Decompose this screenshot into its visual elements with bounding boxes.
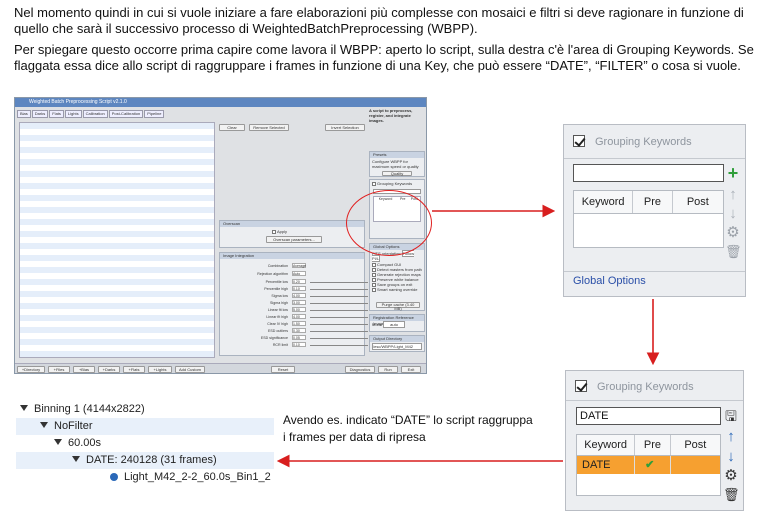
row-pre-check[interactable]: ✔ — [635, 456, 671, 474]
registration-panel: Registration Reference Image Mode auto — [369, 314, 425, 332]
presets-panel: Presets Configure WBPP for maximum speed… — [369, 151, 425, 177]
overscan-params-button[interactable]: Overscan parameters... — [266, 236, 322, 243]
keyword-row-date[interactable]: DATE ✔ — [577, 456, 720, 474]
output-directory-panel: Output Directory /esc/WBPP/Light_M42 — [369, 335, 425, 352]
field-linear-fit-low[interactable]: Linear fit low 5.00 — [220, 307, 370, 313]
grouping-keywords-panel-empty: Grouping Keywords + Keyword Pre Post ↑ ↓… — [563, 124, 746, 297]
tree-item-binning[interactable]: Binning 1 (4144x2822) — [20, 401, 145, 418]
remove-selected-button[interactable]: Remove Selected — [249, 124, 289, 131]
add-files-button[interactable]: +Files — [48, 366, 70, 373]
field-percentile-low[interactable]: Percentile low 0.20 — [220, 279, 370, 285]
save-icon[interactable]: 🖫 — [723, 408, 739, 424]
group-tree: Binning 1 (4144x2822) NoFilter 60.00s DA… — [16, 401, 274, 487]
field-rejection[interactable]: Rejection algorithm Auto — [220, 271, 370, 277]
add-directory-button[interactable]: +Directory — [17, 366, 45, 373]
caption-text: Avendo es. indicato “DATE” lo script rag… — [283, 413, 533, 444]
wbpp-title: Weighted Batch Preprocessing Script v2.1… — [15, 98, 426, 107]
grouping-keywords-panel-date: Grouping Keywords DATE 🖫 Keyword Pre Pos… — [565, 370, 744, 511]
exit-button[interactable]: Exit — [401, 366, 421, 373]
arrow-up-icon[interactable]: ↑ — [725, 187, 741, 203]
column-keyword: Keyword — [577, 435, 636, 455]
column-pre: Pre — [633, 191, 673, 213]
add-bias-button[interactable]: +Bias — [73, 366, 95, 373]
quality-button[interactable]: Quality — [382, 171, 412, 176]
image-integration-title: Image Integration — [220, 253, 364, 259]
column-post: Post — [686, 196, 709, 208]
intro-paragraph-1: Nel momento quindi in cui si vuole inizi… — [14, 5, 744, 36]
field-rcr-limit[interactable]: RCR limit 0.10 — [220, 342, 370, 348]
tab-calibration[interactable]: Calibration — [82, 110, 108, 118]
field-linear-fit-high[interactable]: Linear fit high 4.00 — [220, 314, 370, 320]
wbpp-tabs: Bias Darks Flats Lights Calibration Post… — [17, 110, 165, 118]
add-darks-button[interactable]: +Darks — [98, 366, 120, 373]
tree-item-light-frame[interactable]: Light_M42_2-2_60.0s_Bin1_2 — [110, 469, 271, 486]
grouping-keywords-header: Grouping Keywords — [575, 379, 694, 395]
gear-icon[interactable]: ⚙ — [723, 468, 739, 484]
tree-item-exposure[interactable]: 60.00s — [54, 435, 101, 452]
column-post: Post — [684, 439, 707, 451]
keyword-input[interactable] — [573, 164, 724, 182]
tab-post-calibration[interactable]: Post-Calibration — [108, 110, 144, 118]
grouping-keywords-checkbox[interactable] — [573, 135, 585, 147]
gear-icon[interactable]: ⚙ — [725, 225, 741, 241]
wbpp-intro: A script to preprocess, register, and in… — [369, 108, 413, 123]
arrow-down-icon[interactable]: ↓ — [723, 449, 739, 465]
add-lights-button[interactable]: +Lights — [148, 366, 172, 373]
run-button[interactable]: Run — [378, 366, 398, 373]
overscan-title: Overscan — [220, 221, 364, 227]
expand-triangle-icon[interactable] — [72, 456, 80, 462]
frame-dot-icon — [110, 473, 118, 481]
reset-button[interactable]: Reset — [271, 366, 295, 373]
tab-darks[interactable]: Darks — [31, 110, 49, 118]
field-clear-iv-high[interactable]: Clear IV high 1.50 — [220, 321, 370, 327]
invert-selection-button[interactable]: Invert Selection — [325, 124, 365, 131]
clear-button[interactable]: Clear — [219, 124, 245, 131]
field-esd-outliers[interactable]: ESD outliers 0.30 — [220, 328, 370, 334]
tree-item-date[interactable]: DATE: 240128 (31 frames) — [16, 452, 274, 469]
keywords-table[interactable]: Keyword Pre Post — [573, 190, 724, 248]
trash-icon[interactable]: 🗑 — [723, 487, 740, 503]
column-keyword: Keyword — [574, 191, 634, 213]
plus-icon[interactable]: + — [725, 164, 741, 182]
field-sigma-low[interactable]: Sigma low 4.00 — [220, 293, 370, 299]
purge-cache-button[interactable]: Purge cache (3.40 MB) — [376, 302, 420, 311]
tab-flats[interactable]: Flats — [49, 110, 64, 118]
image-integration-panel: Image Integration Combination Average Rej… — [219, 252, 368, 356]
overscan-panel: Overscan Apply Overscan parameters... — [219, 220, 365, 248]
field-sigma-high[interactable]: Sigma high 3.00 — [220, 300, 370, 306]
row-keyword: DATE — [577, 456, 636, 474]
arrow-up-icon[interactable]: ↑ — [723, 429, 739, 445]
grouping-keywords-checkbox[interactable] — [575, 380, 587, 392]
add-custom-button[interactable]: Add Custom — [175, 366, 205, 373]
trash-icon[interactable]: 🗑 — [725, 244, 742, 260]
wbpp-bottom-bar: +Directory +Files +Bias +Darks +Flats +L… — [15, 363, 426, 373]
expand-triangle-icon[interactable] — [40, 422, 48, 428]
intro-paragraph-2: Per spiegare questo occorre prima capire… — [14, 42, 754, 73]
apply-checkbox[interactable]: Apply — [272, 229, 287, 234]
keyword-input[interactable]: DATE — [576, 407, 721, 425]
field-combination[interactable]: Combination Average — [220, 263, 370, 269]
tab-bias[interactable]: Bias — [17, 110, 31, 118]
tab-lights[interactable]: Lights — [64, 110, 82, 118]
expand-triangle-icon[interactable] — [20, 405, 28, 411]
file-list[interactable] — [19, 122, 215, 358]
diagnostics-button[interactable]: Diagnostics — [345, 366, 375, 373]
column-pre: Pre — [635, 435, 671, 455]
expand-triangle-icon[interactable] — [54, 439, 62, 445]
row-post[interactable] — [671, 456, 720, 474]
grouping-keywords-header: Grouping Keywords — [573, 134, 692, 150]
keywords-table[interactable]: Keyword Pre Post DATE ✔ — [576, 434, 721, 496]
tree-item-filter[interactable]: NoFilter — [16, 418, 274, 435]
add-flats-button[interactable]: +Flats — [123, 366, 145, 373]
field-esd-significance[interactable]: ESD significance 0.05 — [220, 335, 370, 341]
global-options-header[interactable]: Global Options — [564, 271, 745, 287]
highlight-ellipse — [346, 190, 432, 256]
tab-pipeline[interactable]: Pipeline — [144, 110, 165, 118]
field-percentile-high[interactable]: Percentile high 0.10 — [220, 286, 370, 292]
arrow-down-icon[interactable]: ↓ — [725, 206, 741, 222]
